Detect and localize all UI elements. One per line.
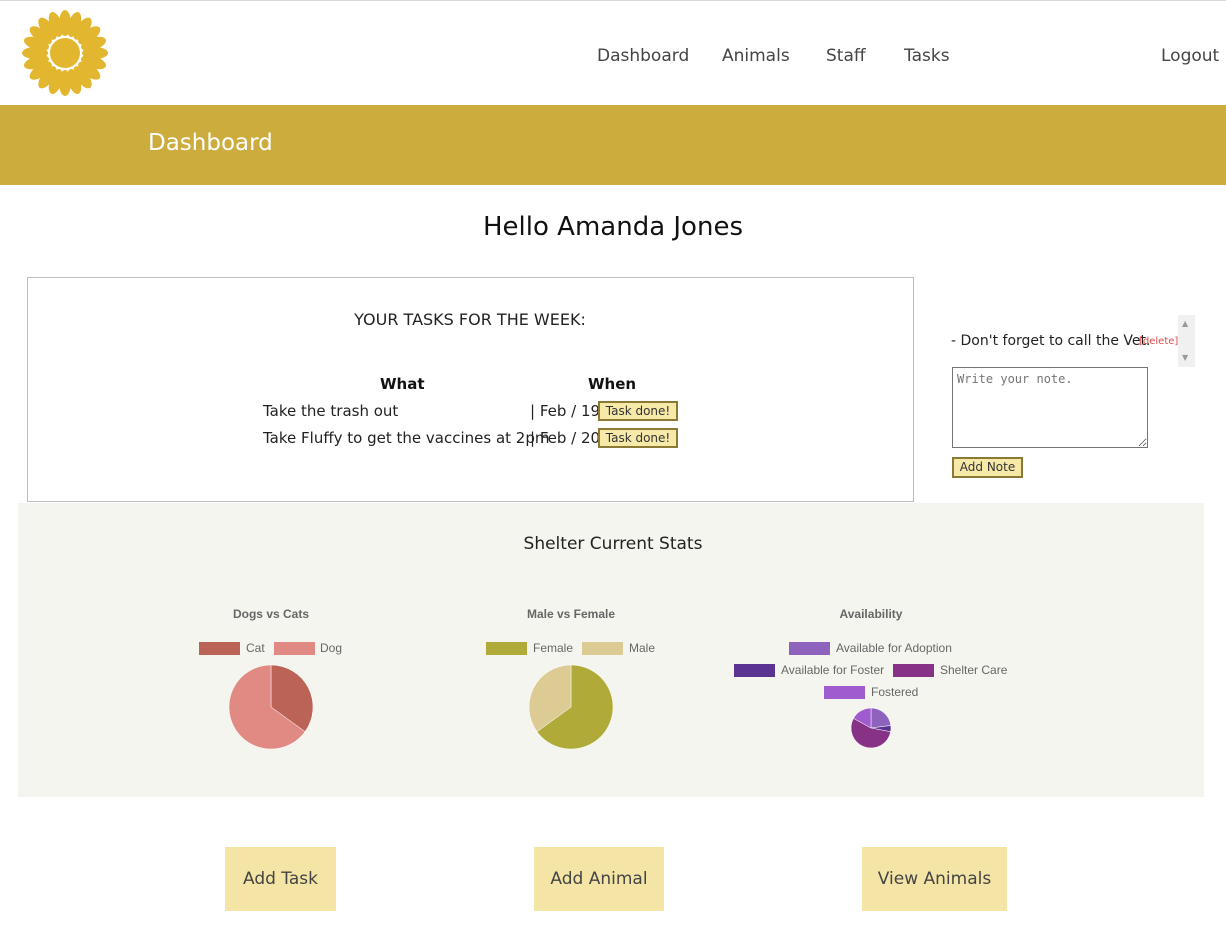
- page-title: Dashboard: [148, 130, 273, 156]
- legend-swatch: [199, 642, 240, 655]
- pie-slice[interactable]: [870, 707, 892, 729]
- male-vs-female-pie[interactable]: [528, 664, 614, 750]
- legend-swatch: [893, 664, 934, 677]
- task-done-button[interactable]: Task done!: [598, 428, 678, 448]
- legend-swatch: [824, 686, 865, 699]
- task-when: | Feb / 20: [530, 429, 601, 447]
- legend-swatch: [582, 642, 623, 655]
- chart-title: Availability: [839, 607, 903, 621]
- nav-dashboard[interactable]: Dashboard: [597, 46, 689, 66]
- add-note-button[interactable]: Add Note: [952, 457, 1023, 478]
- chart-title: Male vs Female: [526, 607, 616, 621]
- note-item: - Don't forget to call the Vet.: [951, 333, 1151, 349]
- tasks-title: YOUR TASKS FOR THE WEEK:: [354, 310, 586, 329]
- nav-tasks[interactable]: Tasks: [904, 46, 950, 66]
- legend-label: Shelter Care: [940, 663, 1008, 677]
- nav-animals[interactable]: Animals: [722, 46, 790, 66]
- legend-label: Fostered: [871, 685, 919, 699]
- legend-swatch: [274, 642, 315, 655]
- note-delete-link[interactable]: [delete]: [1139, 336, 1178, 347]
- task-when: | Feb / 19: [530, 402, 601, 420]
- dogs-vs-cats-pie[interactable]: [228, 664, 314, 750]
- legend-label: Dog: [320, 641, 343, 655]
- chart-title: Dogs vs Cats: [232, 607, 310, 621]
- task-done-button[interactable]: Task done!: [598, 401, 678, 421]
- legend-label: Cat: [246, 641, 265, 655]
- scroll-up-icon[interactable]: ▲: [1182, 319, 1188, 328]
- note-input[interactable]: [952, 367, 1148, 448]
- availability-pie[interactable]: [849, 706, 893, 750]
- tasks-header-what: What: [380, 375, 425, 393]
- legend-swatch: [486, 642, 527, 655]
- legend-label: Available for Foster: [781, 663, 885, 677]
- task-what: Take Fluffy to get the vaccines at 2pm: [263, 429, 550, 447]
- add-task-button[interactable]: Add Task: [225, 847, 336, 911]
- logout-link[interactable]: Logout: [1161, 46, 1219, 66]
- tasks-header-when: When: [588, 375, 637, 393]
- stats-title: Shelter Current Stats: [523, 534, 703, 554]
- sunflower-logo-icon[interactable]: [20, 8, 110, 98]
- add-animal-button[interactable]: Add Animal: [534, 847, 664, 911]
- notes-scrollbar[interactable]: ▲ ▼: [1178, 315, 1195, 367]
- legend-label: Male: [629, 641, 656, 655]
- top-border: [0, 0, 1226, 1]
- scroll-down-icon[interactable]: ▼: [1182, 353, 1188, 362]
- legend-swatch: [789, 642, 830, 655]
- nav-staff[interactable]: Staff: [826, 46, 866, 66]
- task-what: Take the trash out: [263, 402, 399, 420]
- view-animals-button[interactable]: View Animals: [862, 847, 1007, 911]
- legend-label: Available for Adoption: [836, 641, 952, 655]
- legend-swatch: [734, 664, 775, 677]
- legend-label: Female: [533, 641, 574, 655]
- greeting-heading: Hello Amanda Jones: [483, 212, 743, 242]
